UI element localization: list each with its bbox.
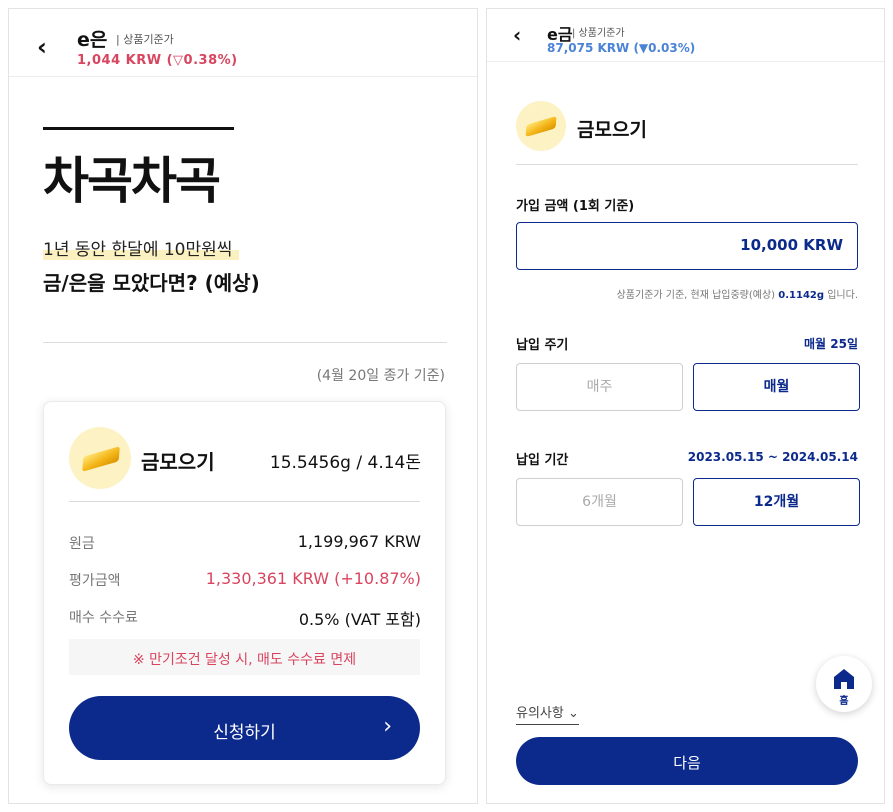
- hero-title: 차곡차곡: [43, 152, 221, 210]
- amount-hint: 상품기준가 기준, 현재 납입중량(예상) 0.1142g 입니다.: [617, 286, 858, 301]
- period-option-12m[interactable]: 12개월: [693, 478, 860, 526]
- header: ‹ e금 | 상품기준가 87,075 KRW (▼0.03%): [487, 9, 884, 62]
- gold-savings-setup-screen: ‹ e금 | 상품기준가 87,075 KRW (▼0.03%) 금모으기 가입…: [486, 8, 885, 804]
- cycle-summary: 매월 25일: [804, 337, 858, 351]
- hint-weight: 0.1142g: [778, 290, 825, 301]
- amount-label: 가입 금액 (1회 기준): [516, 199, 635, 214]
- silver-savings-intro-screen: ‹ e은 | 상품기준가 1,044 KRW (▽0.38%) 차곡차곡 1년 …: [8, 8, 478, 804]
- hint-suffix: 입니다.: [827, 290, 858, 301]
- fee-value: 0.5% (VAT 포함): [298, 610, 421, 629]
- period-summary: 2023.05.15 ~ 2024.05.14: [687, 450, 858, 464]
- product-title: e은: [77, 29, 108, 51]
- cycle-option-monthly[interactable]: 매월: [693, 363, 860, 411]
- fee-waiver-text: ※ 만기조건 달성 시, 매도 수수료 면제: [132, 652, 357, 668]
- basis-note: (4월 20일 종가 기준): [316, 368, 445, 384]
- apply-button-label: 신청하기: [213, 723, 276, 743]
- gold-bar-icon: [69, 427, 131, 489]
- divider: [43, 342, 447, 343]
- principal-label: 원금: [69, 536, 95, 552]
- notes-dropdown[interactable]: 유의사항 ⌄: [516, 702, 579, 725]
- apply-button[interactable]: 신청하기 ›: [69, 696, 420, 760]
- valuation-label: 평가금액: [69, 573, 121, 589]
- back-chevron-icon[interactable]: ‹: [37, 35, 47, 59]
- product-price: 1,044 KRW (▽0.38%): [77, 53, 238, 68]
- hero-subline-1: 1년 동안 한달에 10만원씩: [43, 240, 233, 260]
- period-option-6m[interactable]: 6개월: [516, 478, 683, 526]
- valuation-value: 1,330,361 KRW (+10.87%): [205, 569, 421, 588]
- divider: [516, 164, 858, 165]
- chevron-right-icon: ›: [383, 714, 392, 739]
- home-icon: [834, 669, 854, 689]
- next-button-label: 다음: [673, 754, 701, 772]
- cycle-option-weekly[interactable]: 매주: [516, 363, 683, 411]
- period-label: 납입 기간: [516, 453, 569, 468]
- amount-input[interactable]: [593, 236, 843, 254]
- header: ‹ e은 | 상품기준가 1,044 KRW (▽0.38%): [9, 9, 477, 77]
- home-button[interactable]: 홈: [816, 656, 872, 712]
- hero-subline-2: 금/은을 모았다면? (예상): [43, 271, 260, 295]
- fee-waiver-notice: ※ 만기조건 달성 시, 매도 수수료 면제: [69, 639, 420, 675]
- price-basis-label: | 상품기준가: [572, 28, 625, 39]
- next-button[interactable]: 다음: [516, 737, 858, 785]
- fee-label: 매수 수수료: [69, 610, 138, 626]
- home-label: 홈: [839, 696, 849, 707]
- principal-value: 1,199,967 KRW: [297, 532, 421, 551]
- gold-bar-icon: [516, 101, 566, 151]
- hero-top-rule: [43, 127, 234, 130]
- price-basis-label: | 상품기준가: [116, 33, 174, 46]
- amount-field[interactable]: [516, 222, 858, 270]
- card-divider: [69, 501, 420, 502]
- back-chevron-icon[interactable]: ‹: [513, 25, 521, 45]
- card-product-name: 금모으기: [141, 450, 215, 474]
- hint-prefix: 상품기준가 기준, 현재 납입중량(예상): [616, 290, 776, 301]
- product-price: 87,075 KRW (▼0.03%): [547, 41, 696, 55]
- card-weight: 15.5456g / 4.14돈: [269, 453, 421, 473]
- simulation-card: 금모으기 15.5456g / 4.14돈 원금 1,199,967 KRW 평…: [43, 401, 446, 785]
- product-name: 금모으기: [577, 119, 647, 141]
- cycle-label: 납입 주기: [516, 338, 569, 353]
